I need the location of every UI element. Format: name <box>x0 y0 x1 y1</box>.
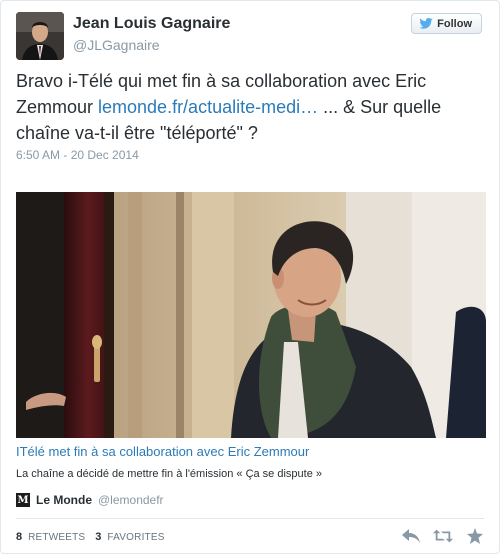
photo-image <box>16 192 486 438</box>
divider <box>16 518 484 519</box>
card-source[interactable]: M Le Monde @lemondefr <box>16 493 164 507</box>
embedded-tweet: Jean Louis Gagnaire @JLGagnaire Follow B… <box>0 0 500 554</box>
retweet-icon[interactable] <box>433 527 453 545</box>
follow-label: Follow <box>437 17 472 30</box>
tweet-timestamp[interactable]: 6:50 AM - 20 Dec 2014 <box>16 148 139 162</box>
le-monde-logo-icon: M <box>16 493 30 507</box>
card-description: La chaîne a décidé de mettre fin à l'émi… <box>16 468 323 480</box>
card-title[interactable]: ITélé met fin à sa collaboration avec Er… <box>16 444 309 459</box>
source-name: Le Monde <box>36 493 92 507</box>
reply-icon[interactable] <box>401 527 421 545</box>
card-photo[interactable] <box>16 192 486 438</box>
avatar-image <box>16 12 64 60</box>
tweet-text: Bravo i-Télé qui met fin à sa collaborat… <box>16 68 486 146</box>
source-handle: @lemondefr <box>98 493 164 507</box>
favorite-icon[interactable] <box>465 527 485 545</box>
author-name[interactable]: Jean Louis Gagnaire <box>73 15 230 33</box>
favorites-label[interactable]: FAVORITES <box>107 532 164 543</box>
author-handle[interactable]: @JLGagnaire <box>73 37 160 53</box>
author-avatar[interactable] <box>16 12 64 60</box>
follow-button[interactable]: Follow <box>411 13 482 34</box>
retweets-label[interactable]: RETWEETS <box>28 532 85 543</box>
retweets-count[interactable]: 8 <box>16 531 22 543</box>
tweet-actions <box>401 527 485 545</box>
twitter-bird-icon <box>419 18 433 29</box>
tweet-link[interactable]: lemonde.fr/actualite-medi… <box>98 97 318 117</box>
favorites-count[interactable]: 3 <box>95 531 101 543</box>
tweet-stats: 8 RETWEETS 3 FAVORITES <box>16 531 165 543</box>
